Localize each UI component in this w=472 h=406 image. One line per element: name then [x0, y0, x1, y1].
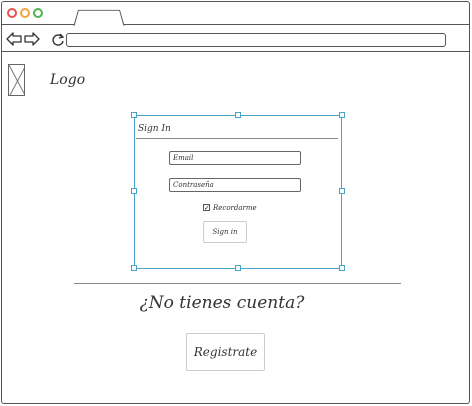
no-account-question: ¿No tienes cuenta? [139, 293, 305, 313]
browser-titlebar [1, 1, 470, 25]
back-button[interactable] [6, 32, 22, 49]
close-window-button[interactable] [7, 8, 17, 18]
reload-icon [52, 33, 65, 46]
selection-handle[interactable] [131, 265, 137, 271]
logo-text: Logo [50, 72, 86, 88]
reload-button[interactable] [51, 33, 65, 50]
signin-title-divider [136, 138, 338, 139]
forward-button[interactable] [24, 32, 40, 49]
image-placeholder-icon [9, 65, 24, 95]
logo-image-placeholder [8, 64, 25, 96]
arrow-left-icon [6, 32, 22, 46]
selection-handle[interactable] [131, 112, 137, 118]
minimize-window-button[interactable] [20, 8, 30, 18]
selection-handle[interactable] [339, 188, 345, 194]
selection-handle[interactable] [339, 265, 345, 271]
selection-handle[interactable] [235, 265, 241, 271]
remember-label: Recordarme [213, 204, 257, 212]
selection-handle[interactable] [235, 112, 241, 118]
remember-checkbox[interactable]: ✓ [203, 204, 210, 212]
browser-tab[interactable] [73, 9, 125, 26]
section-divider [74, 283, 401, 284]
password-field[interactable]: Contraseña [169, 178, 301, 192]
signin-button[interactable]: Sign in [203, 221, 247, 243]
selection-handle[interactable] [339, 112, 345, 118]
arrow-right-icon [24, 32, 40, 46]
email-field[interactable]: Email [169, 151, 301, 165]
maximize-window-button[interactable] [33, 8, 43, 18]
register-button[interactable]: Registrate [186, 333, 265, 371]
signin-title: Sign In [138, 124, 171, 134]
url-bar[interactable] [66, 33, 446, 47]
selection-handle[interactable] [131, 188, 137, 194]
